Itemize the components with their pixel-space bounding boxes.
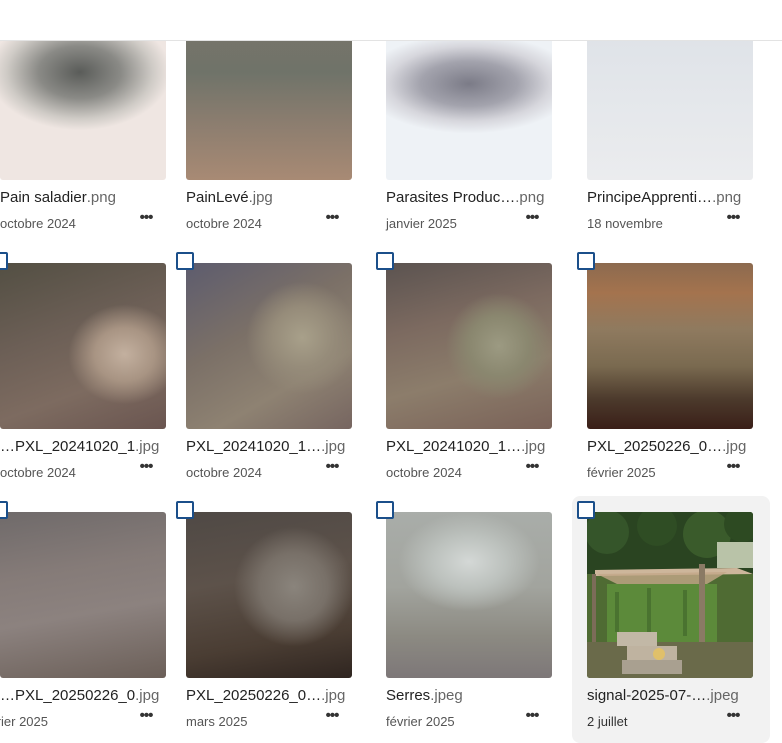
file-name[interactable]: PrincipeApprenti… .png <box>587 189 753 209</box>
file-tile[interactable]: Serres .jpeg février 2025 ••• <box>371 496 569 743</box>
file-extension: .jpg <box>135 438 160 455</box>
file-name[interactable]: PXL_20250226_0… .jpg <box>186 687 352 707</box>
file-name[interactable]: PXL_20250226_0… .jpg <box>0 687 166 707</box>
file-name[interactable]: Serres .jpeg <box>386 687 552 707</box>
checkbox-icon[interactable] <box>577 252 595 270</box>
file-thumbnail[interactable] <box>587 263 753 429</box>
file-name[interactable]: Pain saladier .png <box>0 189 166 209</box>
file-date: février 2025 <box>587 465 656 480</box>
file-tile[interactable]: PXL_20250226_0….jpg février 2025 ••• <box>0 496 183 743</box>
more-options-icon[interactable]: ••• <box>720 705 746 727</box>
file-name-stem: Parasites Produc… <box>386 189 516 206</box>
file-thumbnail[interactable] <box>0 512 166 678</box>
file-name[interactable]: PXL_20241020_1… .jpg <box>0 438 166 458</box>
file-name[interactable]: PXL_20241020_1… .jpg <box>386 438 552 458</box>
file-date: octobre 2024 <box>0 465 76 480</box>
more-options-icon[interactable]: ••• <box>519 207 545 229</box>
file-extension: .png <box>712 189 742 206</box>
file-date: mars 2025 <box>186 714 248 729</box>
file-extension: .jpg <box>521 438 546 455</box>
file-name[interactable]: PXL_20241020_1… .jpg <box>186 438 352 458</box>
checkbox-icon[interactable] <box>0 252 8 270</box>
checkbox-icon[interactable] <box>577 501 595 519</box>
file-name-stem: Pain saladier <box>0 189 87 206</box>
file-name[interactable]: Parasites Produc… .png <box>386 189 552 209</box>
file-extension: .png <box>515 189 545 206</box>
file-name-stem: PXL_20241020_1… <box>186 438 322 455</box>
file-extension: .jpg <box>321 438 346 455</box>
file-name[interactable]: PXL_20250226_0… .jpg <box>587 438 753 458</box>
file-extension: .jpg <box>722 438 747 455</box>
file-date: 2 juillet <box>587 714 628 729</box>
more-options-icon[interactable]: ••• <box>133 207 159 229</box>
top-bar <box>0 0 782 41</box>
file-extension: .jpeg <box>706 687 739 704</box>
file-name-stem: PXL_20241020_1… <box>0 438 136 455</box>
file-extension: .jpg <box>248 189 273 206</box>
file-date: février 2025 <box>0 714 48 729</box>
file-date: octobre 2024 <box>0 216 76 231</box>
more-options-icon[interactable]: ••• <box>720 456 746 478</box>
checkbox-icon[interactable] <box>176 501 194 519</box>
checkbox-icon[interactable] <box>376 252 394 270</box>
file-name[interactable]: PainLevé .jpg <box>186 189 352 209</box>
file-date: octobre 2024 <box>186 216 262 231</box>
file-tile-hovered[interactable]: signal-2025-07-… .jpeg 2 juillet ••• <box>572 496 770 743</box>
more-options-icon[interactable]: ••• <box>720 207 746 229</box>
file-date: janvier 2025 <box>386 216 457 231</box>
checkbox-icon[interactable] <box>0 501 8 519</box>
file-name-stem: PainLevé <box>186 189 249 206</box>
file-thumbnail[interactable] <box>386 512 552 678</box>
more-options-icon[interactable]: ••• <box>133 456 159 478</box>
more-options-icon[interactable]: ••• <box>133 705 159 727</box>
file-thumbnail[interactable] <box>186 512 352 678</box>
file-thumbnail[interactable] <box>186 263 352 429</box>
file-tile[interactable]: PXL_20250226_0… .jpg mars 2025 ••• <box>171 496 369 743</box>
checkbox-icon[interactable] <box>376 501 394 519</box>
file-name-stem: PXL_20241020_1… <box>386 438 522 455</box>
file-name-stem: PrincipeApprenti… <box>587 189 713 206</box>
file-extension: .jpeg <box>430 687 463 704</box>
more-options-icon[interactable]: ••• <box>319 207 345 229</box>
file-name[interactable]: signal-2025-07-… .jpeg <box>587 687 753 707</box>
garden-photo-thumbnail <box>587 512 753 678</box>
more-options-icon[interactable]: ••• <box>519 456 545 478</box>
more-options-icon[interactable]: ••• <box>519 705 545 727</box>
more-options-icon[interactable]: ••• <box>319 705 345 727</box>
file-name-stem: signal-2025-07-… <box>587 687 707 704</box>
file-thumbnail[interactable] <box>0 263 166 429</box>
file-thumbnail[interactable] <box>587 512 753 678</box>
file-tile[interactable]: PXL_20241020_1… .jpg octobre 2024 ••• <box>171 247 369 494</box>
file-extension: .jpg <box>321 687 346 704</box>
file-name-stem: PXL_20250226_0… <box>587 438 723 455</box>
file-tile[interactable]: PXL_20241020_1… .jpg octobre 2024 ••• <box>0 247 183 494</box>
checkbox-icon[interactable] <box>176 252 194 270</box>
file-extension: .png <box>86 189 116 206</box>
more-options-icon[interactable]: ••• <box>319 456 345 478</box>
file-thumbnail[interactable] <box>386 263 552 429</box>
file-name-stem: PXL_20250226_0… <box>186 687 322 704</box>
file-date: octobre 2024 <box>386 465 462 480</box>
file-tile[interactable]: PXL_20250226_0….jpg février 2025 ••• <box>572 247 770 494</box>
file-name-stem: Serres <box>386 687 431 704</box>
file-date: 18 novembre <box>587 216 663 231</box>
file-name-stem: PXL_20250226_0… <box>0 687 136 704</box>
file-tile[interactable]: PXL_20241020_1… .jpg octobre 2024 ••• <box>371 247 569 494</box>
file-date: février 2025 <box>386 714 455 729</box>
file-extension: .jpg <box>135 687 160 704</box>
file-date: octobre 2024 <box>186 465 262 480</box>
